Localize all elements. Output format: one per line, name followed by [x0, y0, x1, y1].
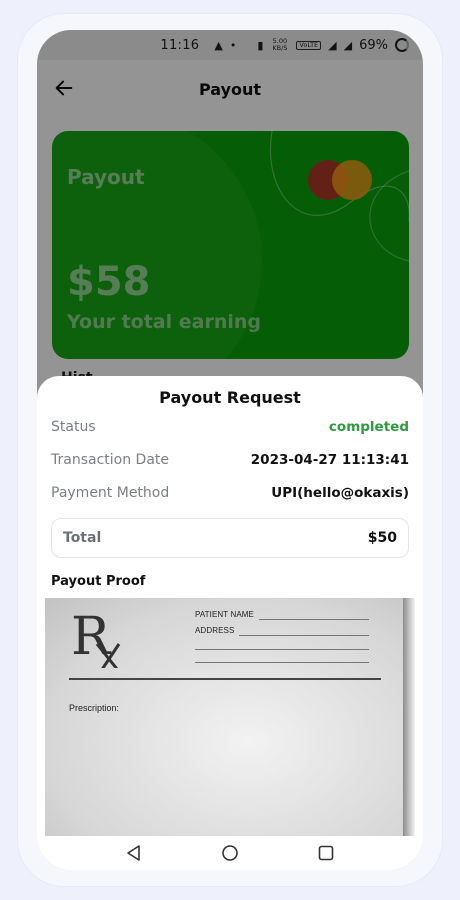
prescription-label: Prescription: — [69, 703, 120, 713]
back-triangle-icon[interactable] — [125, 844, 143, 862]
svg-text:R: R — [71, 607, 112, 667]
payout-request-sheet: Payout Request Status completed Transact… — [37, 376, 423, 870]
rx-divider — [69, 678, 381, 680]
status-badge: completed — [328, 419, 409, 435]
address-line-3 — [195, 662, 369, 663]
sheet-title: Payout Request — [159, 388, 301, 407]
patient-name-line — [259, 619, 369, 620]
payout-proof-title: Payout Proof — [51, 574, 146, 589]
total-summary: Total $50 — [51, 518, 409, 558]
patient-name-label: PATIENT NAME — [195, 610, 254, 619]
total-label: Total — [63, 530, 102, 546]
phone-screen: 11:16 ▲ • ▮ 5.00 KB/S VoLTE ◢ ◢ 69% Payo… — [37, 30, 423, 870]
status-row: Status completed — [51, 419, 409, 435]
recents-square-icon[interactable] — [317, 844, 335, 862]
payment-method-value: UPI(hello@okaxis) — [271, 485, 409, 501]
rx-symbol-icon: R — [71, 607, 121, 668]
paper-shadow — [403, 598, 415, 838]
transaction-date-value: 2023-04-27 11:13:41 — [250, 452, 409, 468]
transaction-date-row: Transaction Date 2023-04-27 11:13:41 — [51, 452, 409, 468]
total-value: $50 — [367, 530, 397, 546]
status-label: Status — [51, 419, 96, 435]
address-label: ADDRESS — [195, 626, 235, 635]
payment-method-label: Payment Method — [51, 485, 170, 501]
payout-proof-image[interactable]: R PATIENT NAME ADDRESS Prescription: — [45, 598, 415, 838]
home-circle-icon[interactable] — [221, 844, 239, 862]
transaction-date-label: Transaction Date — [51, 452, 170, 468]
address-line-2 — [195, 649, 369, 650]
address-line — [239, 635, 369, 636]
payment-method-row: Payment Method UPI(hello@okaxis) — [51, 485, 409, 501]
system-nav-bar — [37, 836, 423, 870]
